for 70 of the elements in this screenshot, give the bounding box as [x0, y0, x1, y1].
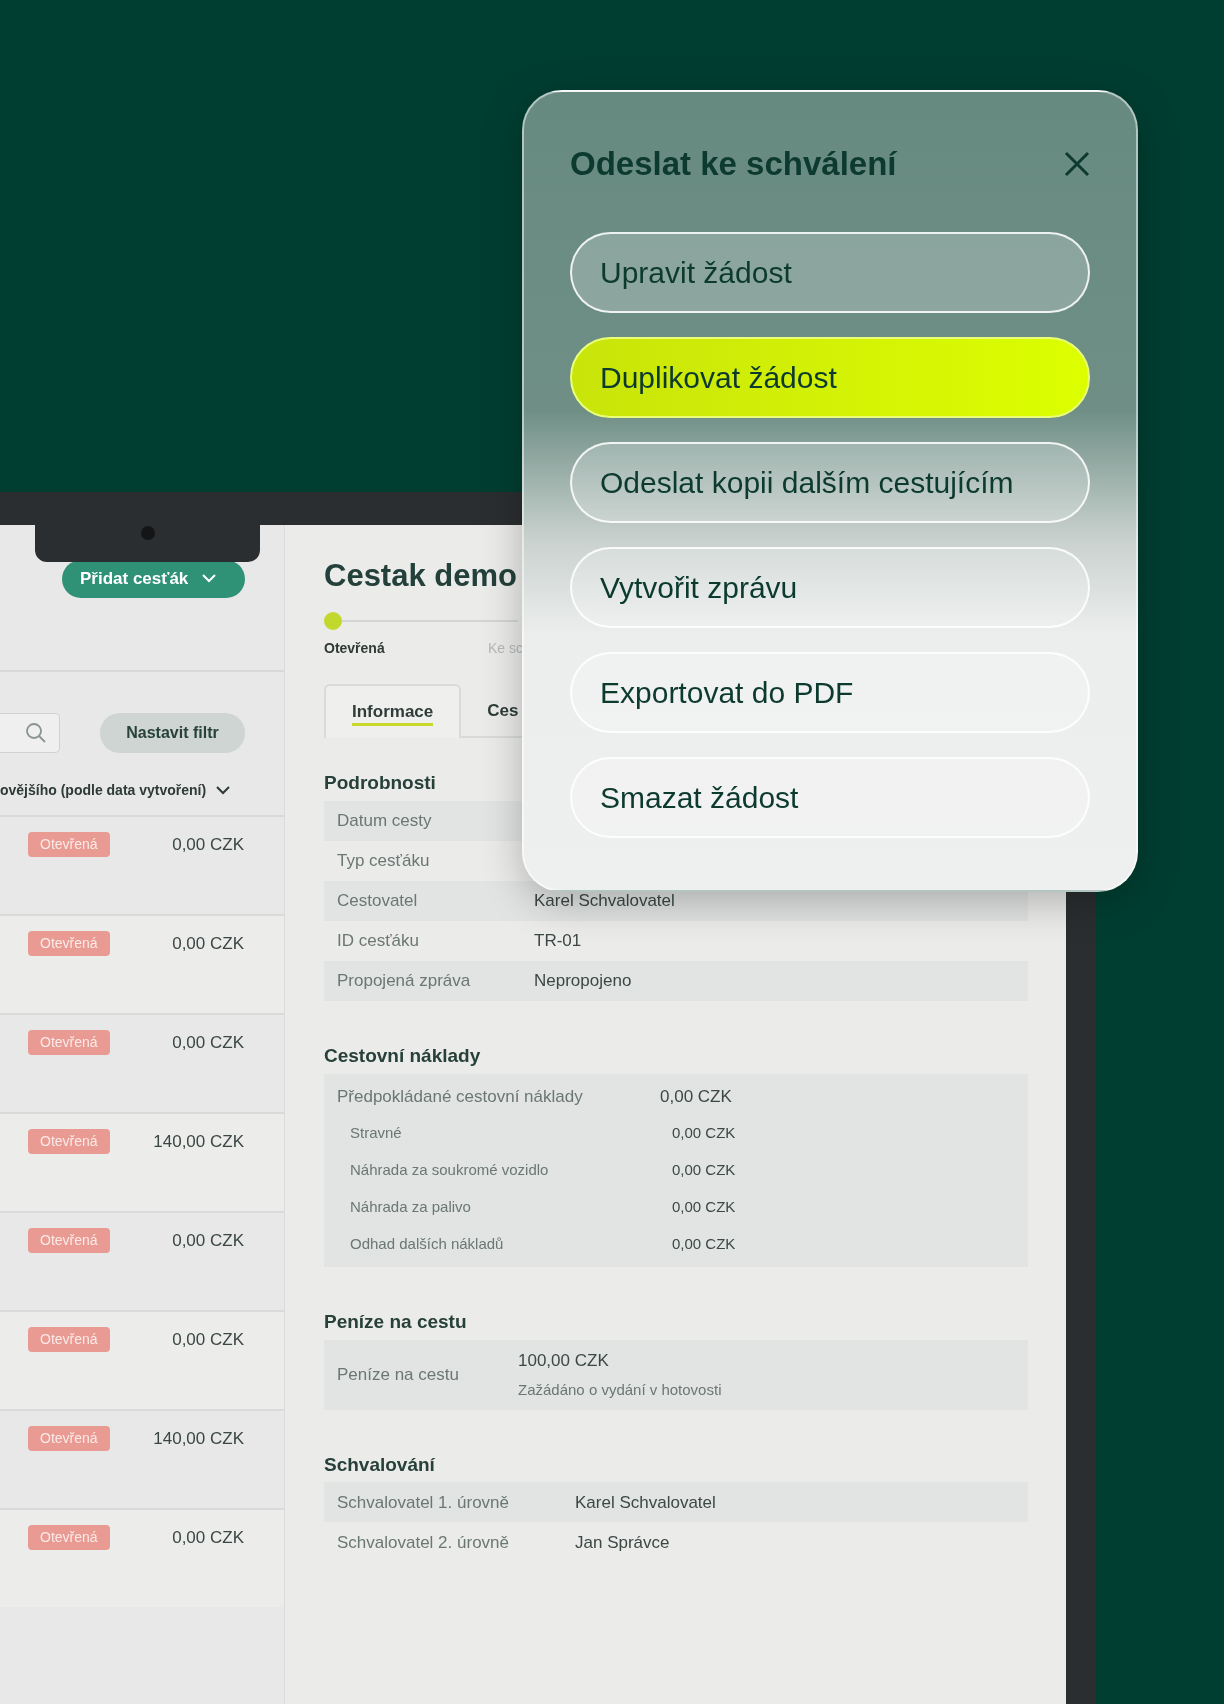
- status-badge: Otevřená: [28, 930, 110, 956]
- field-value: 0,00 CZK: [660, 1085, 732, 1108]
- amount-text: 0,00 CZK: [172, 1526, 244, 1549]
- list-row[interactable]: Otevřená 0,00 CZK: [0, 1507, 284, 1607]
- field-value: 0,00 CZK: [672, 1234, 736, 1255]
- amount-text: 0,00 CZK: [172, 932, 244, 955]
- camera-icon: [140, 526, 155, 540]
- section-heading: Cestovní náklady: [324, 1045, 482, 1068]
- field-value: 100,00 CZK: [518, 1349, 610, 1372]
- tab[interactable]: Ces: [461, 684, 545, 739]
- status-badge: Otevřená: [28, 1425, 110, 1451]
- field-label: Schvalovatel 1. úrovně: [337, 1491, 510, 1514]
- field-label: Cestovatel: [337, 890, 419, 913]
- step-label: Otevřená: [324, 640, 385, 657]
- field-label: Náhrada za soukromé vozidlo: [350, 1160, 550, 1181]
- field-value: 0,00 CZK: [672, 1123, 736, 1144]
- status-badge: Otevřená: [28, 1524, 110, 1550]
- amount-text: 140,00 CZK: [153, 1427, 244, 1450]
- page-title: Cestak demo: [324, 557, 517, 595]
- dialog-title: Odeslat ke schválení: [570, 144, 897, 184]
- field-label: Datum cesty: [337, 810, 433, 833]
- chevron-down-icon: [202, 574, 217, 584]
- field-label: Předpokládané cestovní náklady: [337, 1085, 584, 1108]
- action-button[interactable]: Odeslat kopii dalším cestujícím: [570, 441, 1090, 523]
- action-button[interactable]: Duplikovat žádost: [570, 336, 1090, 418]
- field-value: Karel Schvalovatel: [534, 890, 675, 913]
- section-heading: Peníze na cestu: [324, 1310, 468, 1334]
- field-value: Jan Správce: [575, 1531, 670, 1554]
- list-row[interactable]: Otevřená 140,00 CZK: [0, 1111, 284, 1211]
- action-button[interactable]: Vytvořit zprávu: [570, 546, 1090, 628]
- field-label: Propojená zpráva: [337, 970, 472, 993]
- field-value: TR-01: [534, 930, 582, 953]
- close-icon: [1064, 150, 1090, 177]
- sort-dropdown[interactable]: ovějšího (podle data vytvoření): [0, 779, 207, 801]
- search-field[interactable]: [0, 712, 60, 753]
- close-button[interactable]: [1064, 150, 1090, 177]
- field-label: Typ cesťáku: [337, 850, 431, 873]
- status-badge: Otevřená: [28, 1227, 110, 1253]
- amount-text: 0,00 CZK: [172, 1229, 244, 1252]
- field-value: 0,00 CZK: [672, 1197, 736, 1218]
- action-button[interactable]: Smazat žádost: [570, 756, 1090, 838]
- status-badge: Otevřená: [28, 831, 110, 857]
- search-icon: [25, 721, 47, 744]
- status-badge: Otevřená: [28, 1326, 110, 1352]
- filter-button[interactable]: Nastavit filtr: [100, 712, 245, 753]
- amount-text: 0,00 CZK: [172, 1328, 244, 1351]
- action-button[interactable]: Exportovat do PDF: [570, 651, 1090, 733]
- field-note: Zažádáno o vydání v hotovosti: [518, 1380, 722, 1401]
- chevron-down-icon: [216, 785, 231, 795]
- field-label: Náhrada za palivo: [350, 1197, 472, 1218]
- status-badge: Otevřená: [28, 1029, 110, 1055]
- add-trip-button[interactable]: Přidat cesťák: [62, 560, 245, 598]
- amount-text: 0,00 CZK: [172, 833, 244, 856]
- field-value: 0,00 CZK: [672, 1160, 736, 1181]
- amount-text: 0,00 CZK: [172, 1031, 244, 1054]
- field-label: Odhad dalších nákladů: [350, 1234, 505, 1255]
- status-badge: Otevřená: [28, 1128, 110, 1154]
- field-label: Schvalovatel 2. úrovně: [337, 1531, 510, 1554]
- list-row[interactable]: Otevřená 0,00 CZK: [0, 913, 284, 1013]
- action-button[interactable]: Upravit žádost: [570, 231, 1090, 313]
- field-label: Peníze na cestu: [337, 1363, 460, 1386]
- field-value: Karel Schvalovatel: [575, 1491, 716, 1514]
- list-row[interactable]: Otevřená 0,00 CZK: [0, 1309, 284, 1409]
- section-heading: Schvalování: [324, 1453, 436, 1477]
- field-label: ID cesťáku: [337, 930, 420, 953]
- tab[interactable]: Informace: [324, 684, 462, 739]
- field-value: Nepropojeno: [534, 970, 632, 993]
- field-label: Stravné: [350, 1123, 403, 1144]
- amount-text: 140,00 CZK: [153, 1130, 244, 1153]
- section-heading: Podrobnosti: [324, 772, 437, 795]
